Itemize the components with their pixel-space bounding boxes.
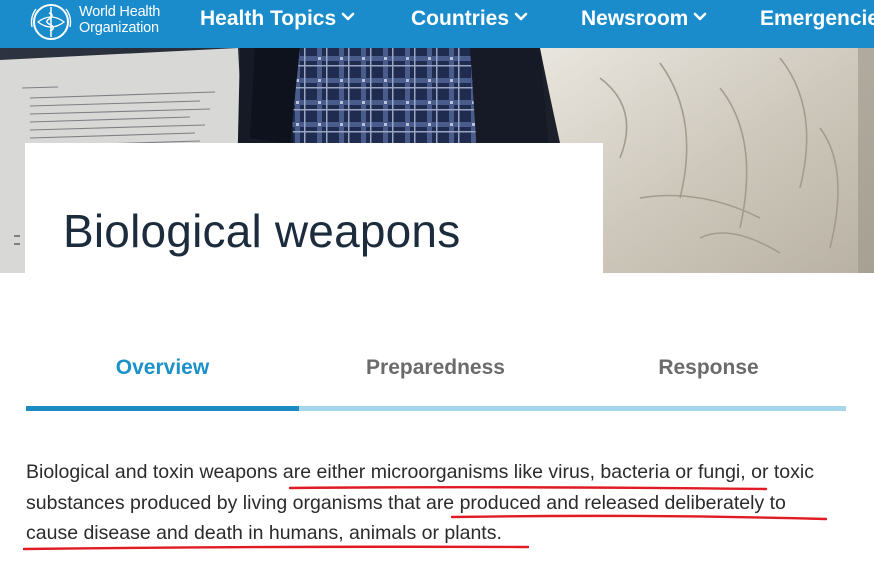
logo-wordmark: World Health Organization [79, 4, 160, 36]
nav-health-topics-label: Health Topics [200, 7, 337, 30]
tab-preparedness[interactable]: Preparedness [299, 340, 572, 406]
who-logo[interactable]: World Health Organization [28, 1, 178, 45]
nav-countries-label: Countries [411, 7, 510, 30]
highlighted-text-segment: produced and released deliberately to [459, 491, 786, 514]
paragraph-line-1: Biological and toxin weapons are either … [26, 457, 856, 488]
chevron-down-icon [341, 13, 355, 21]
section-tabs: Overview Preparedness Response [26, 340, 846, 412]
overview-paragraph: Biological and toxin weapons are either … [26, 457, 856, 549]
title-card: Biological weapons [25, 143, 603, 274]
logo-line-1: World Health [79, 4, 161, 20]
nav-newsroom-label: Newsroom [581, 7, 689, 30]
nav-health-topics[interactable]: Health Topics [200, 5, 355, 33]
paragraph-line-3: cause disease and death in humans, anima… [26, 518, 856, 549]
top-navigation-bar: World Health Organization Health Topics … [0, 0, 874, 48]
page-title: Biological weapons [63, 205, 461, 257]
chevron-down-icon [514, 13, 528, 21]
text-segment: or toxic [745, 461, 814, 483]
text-segment: substances produced by living organisms … [26, 491, 460, 514]
highlighted-text-segment: are either microorganisms like virus, ba… [282, 461, 746, 483]
text-segment: Biological and toxin weapons [26, 461, 283, 483]
nav-emergencies-label: Emergencies [760, 7, 874, 30]
nav-newsroom[interactable]: Newsroom [581, 5, 707, 33]
paragraph-line-2: substances produced by living organisms … [26, 488, 856, 519]
active-tab-indicator [26, 406, 299, 411]
logo-line-2: Organization [79, 20, 159, 36]
nav-countries[interactable]: Countries [411, 5, 528, 33]
tab-overview[interactable]: Overview [26, 340, 299, 406]
tab-response[interactable]: Response [572, 340, 845, 406]
highlighted-text-segment: cause disease and death in humans, anima… [26, 522, 502, 544]
nav-emergencies[interactable]: Emergencies [760, 5, 874, 33]
who-emblem-icon [30, 4, 72, 40]
chevron-down-icon [694, 13, 707, 21]
